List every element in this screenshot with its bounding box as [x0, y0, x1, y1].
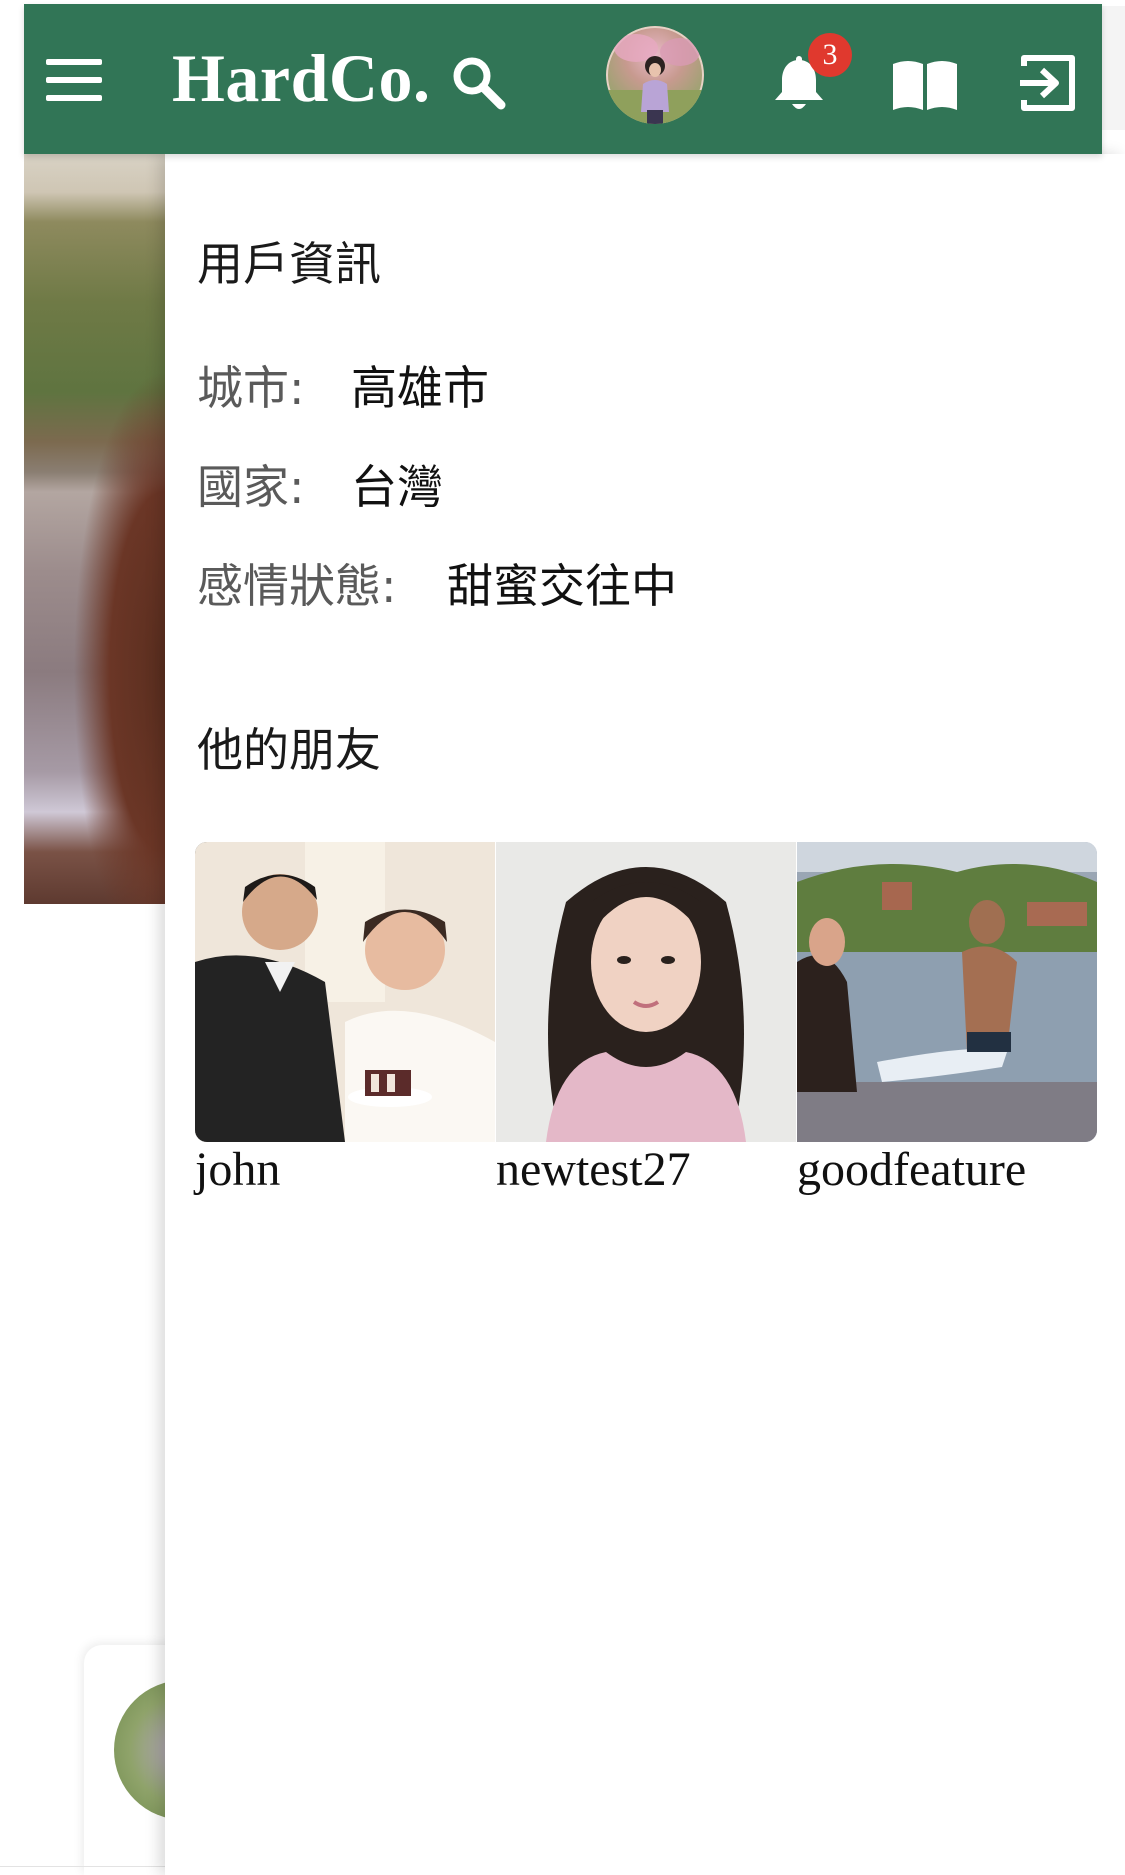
user-info-title: 用戶資訊 [197, 237, 381, 291]
friend-photo[interactable] [496, 842, 796, 1142]
user-avatar[interactable] [606, 26, 704, 124]
menu-icon[interactable] [46, 59, 102, 101]
country-value: 台灣 [351, 460, 443, 514]
friends-grid: john newtest27 goodfeature [195, 842, 1100, 1212]
relationship-label: 感情狀態: [197, 559, 397, 613]
city-label: 城市: [197, 361, 305, 415]
friend-photo[interactable] [195, 842, 495, 1142]
friend-name[interactable]: goodfeature [797, 1140, 1026, 1200]
friend-card[interactable]: goodfeature [797, 842, 1097, 1212]
friend-photo[interactable] [797, 842, 1097, 1142]
page: HardCo. 3 用戶資訊 城市: 高雄市 國家: 台灣 感情狀態: 甜蜜交往… [0, 0, 1125, 1875]
country-label: 國家: [197, 460, 305, 514]
search-icon[interactable] [448, 52, 508, 112]
friend-card[interactable]: newtest27 [496, 842, 796, 1212]
brand-logo[interactable]: HardCo. [172, 38, 431, 118]
profile-side-panel: 用戶資訊 城市: 高雄市 國家: 台灣 感情狀態: 甜蜜交往中 他的朋友 joh… [165, 154, 1125, 1875]
top-navbar: HardCo. 3 [24, 4, 1102, 154]
friend-card[interactable]: john [195, 842, 495, 1212]
book-icon[interactable] [890, 56, 960, 112]
relationship-value: 甜蜜交往中 [447, 559, 677, 613]
friends-title: 他的朋友 [197, 723, 381, 777]
notification-badge: 3 [808, 33, 852, 77]
header-edge [1102, 6, 1125, 130]
logout-icon[interactable] [1018, 54, 1076, 112]
friend-name[interactable]: john [195, 1140, 280, 1200]
friend-name[interactable]: newtest27 [496, 1140, 691, 1200]
city-value: 高雄市 [351, 361, 489, 415]
background-post-photo[interactable] [24, 152, 174, 904]
